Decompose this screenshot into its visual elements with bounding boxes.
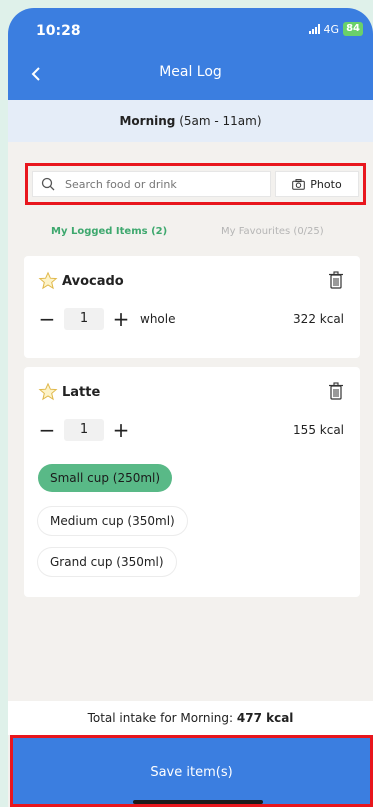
status-indicators: 4G 84 <box>308 22 363 36</box>
meal-period: Morning (5am - 11am) <box>8 100 373 142</box>
phone-screen: 10:28 4G 84 Meal Log Morning (5am - 11am… <box>8 8 373 807</box>
quantity-stepper: − 1 + whole <box>38 308 175 330</box>
camera-icon <box>292 178 306 190</box>
search-input[interactable] <box>65 177 265 191</box>
status-time: 10:28 <box>36 23 81 39</box>
item-kcal: 155 kcal <box>293 423 344 437</box>
photo-label: Photo <box>310 177 342 191</box>
total-value: 477 kcal <box>236 711 294 725</box>
item-name: Latte <box>62 385 101 400</box>
unit-label: whole <box>140 312 176 326</box>
period-range: (5am - 11am) <box>179 114 262 128</box>
minus-icon[interactable]: − <box>38 309 56 329</box>
logged-item-card: Latte − 1 + 155 kcal Small cup (250ml) M… <box>24 367 360 597</box>
trash-icon[interactable] <box>328 271 344 289</box>
quantity-value[interactable]: 1 <box>64 419 104 441</box>
size-option-grand[interactable]: Grand cup (350ml) <box>38 548 176 576</box>
network-label: 4G <box>323 22 340 36</box>
home-indicator <box>133 800 263 804</box>
total-intake: Total intake for Morning: 477 kcal <box>8 701 373 735</box>
size-option-medium[interactable]: Medium cup (350ml) <box>38 507 187 535</box>
tab-logged-items[interactable]: My Logged Items (2) <box>51 226 167 237</box>
battery-indicator: 84 <box>343 22 363 36</box>
quantity-stepper: − 1 + <box>38 419 130 441</box>
plus-icon[interactable]: + <box>112 420 130 440</box>
logged-item-card: Avocado − 1 + whole 322 kcal <box>24 256 360 358</box>
star-icon[interactable] <box>38 271 58 291</box>
photo-button[interactable]: Photo <box>275 171 359 197</box>
quantity-value[interactable]: 1 <box>64 308 104 330</box>
trash-icon[interactable] <box>328 382 344 400</box>
save-button[interactable]: Save item(s) <box>13 738 370 804</box>
star-icon[interactable] <box>38 382 58 402</box>
app-header: 10:28 4G 84 Meal Log <box>8 8 373 100</box>
search-box[interactable] <box>32 171 271 197</box>
page-title: Meal Log <box>159 64 222 80</box>
plus-icon[interactable]: + <box>112 309 130 329</box>
minus-icon[interactable]: − <box>38 420 56 440</box>
item-kcal: 322 kcal <box>293 312 344 326</box>
search-area: Photo <box>25 163 366 205</box>
item-name: Avocado <box>62 274 124 289</box>
save-area: Save item(s) <box>10 735 373 807</box>
signal-icon <box>308 24 320 34</box>
period-name: Morning <box>119 114 176 128</box>
total-label: Total intake for Morning: <box>87 711 234 725</box>
search-icon <box>41 177 55 191</box>
size-option-small[interactable]: Small cup (250ml) <box>38 464 173 492</box>
tab-favourites[interactable]: My Favourites (0/25) <box>221 226 324 237</box>
